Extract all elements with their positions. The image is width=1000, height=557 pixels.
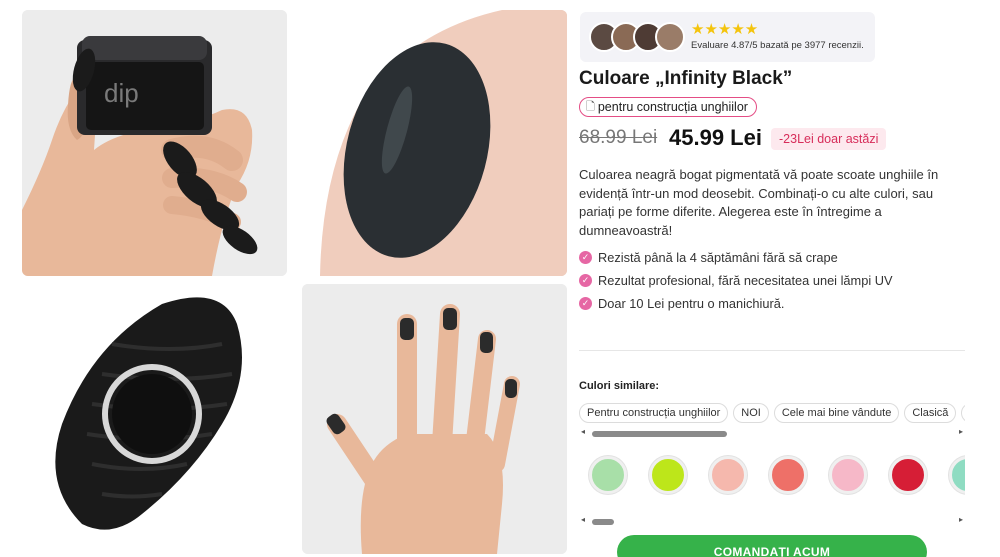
- nail-closeup-illustration: [302, 10, 567, 276]
- reviewer-avatars: [589, 22, 685, 52]
- filter-chip[interactable]: Clasică: [904, 403, 957, 423]
- product-image-jar[interactable]: dip: [22, 10, 287, 276]
- filter-chip[interactable]: D: [961, 403, 965, 423]
- reviews-box: ★★★★★ Evaluare 4.87/5 bazată pe 3977 rec…: [580, 12, 875, 62]
- color-swatch[interactable]: [829, 456, 867, 494]
- product-image-swatch[interactable]: [22, 284, 287, 554]
- color-swatch[interactable]: [949, 456, 965, 494]
- divider: [579, 350, 965, 351]
- rating-stars: ★★★★★: [691, 21, 759, 38]
- check-icon: ✓: [579, 251, 592, 264]
- benefit-item: ✓ Rezultat profesional, fără necesitatea…: [579, 269, 893, 292]
- filter-chip[interactable]: Pentru construcția unghiilor: [579, 403, 729, 423]
- check-icon: ✓: [579, 297, 592, 310]
- scroll-left-icon[interactable]: ◂: [581, 427, 585, 436]
- order-now-button[interactable]: COMANDAȚI ACUM: [617, 535, 927, 557]
- benefit-text: Rezultat profesional, fără necesitatea u…: [598, 273, 893, 288]
- product-description: Culoarea neagră bogat pigmentată vă poat…: [579, 167, 939, 238]
- check-icon: ✓: [579, 274, 592, 287]
- chips-scrollbar[interactable]: ◂ ▸: [579, 427, 965, 438]
- filter-chip[interactable]: NOI: [733, 403, 769, 423]
- category-tag-label: pentru construcția unghiilor: [597, 100, 748, 114]
- swatches-scrollbar[interactable]: ◂ ▸: [579, 515, 965, 526]
- new-price: 45.99 Lei: [669, 125, 762, 150]
- hand-illustration: [302, 284, 567, 554]
- benefit-item: ✓ Doar 10 Lei pentru o manichiură.: [579, 292, 893, 315]
- swatches-scroll-thumb[interactable]: [592, 519, 614, 525]
- filter-chip[interactable]: Cele mai bine vândute: [773, 403, 900, 423]
- chips-scroll-thumb[interactable]: [592, 431, 727, 437]
- jar-label: dip: [104, 78, 139, 108]
- color-swatch[interactable]: [889, 456, 927, 494]
- color-swatches: [579, 452, 965, 498]
- document-icon: 🗋: [586, 100, 595, 113]
- color-swatch[interactable]: [709, 456, 747, 494]
- scroll-left-icon[interactable]: ◂: [581, 515, 585, 524]
- category-tag: 🗋 pentru construcția unghiilor: [579, 97, 757, 117]
- color-swatch[interactable]: [589, 456, 627, 494]
- benefits-list: ✓ Rezistă până la 4 săptămâni fără să cr…: [579, 246, 893, 315]
- benefit-item: ✓ Rezistă până la 4 săptămâni fără să cr…: [579, 246, 893, 269]
- rating-text: Evaluare 4.87/5 bazată pe 3977 recenzii.: [691, 40, 864, 51]
- discount-badge: -23Lei doar astăzi: [771, 128, 887, 150]
- scroll-right-icon[interactable]: ▸: [959, 427, 963, 436]
- avatar: [655, 22, 685, 52]
- product-title: Culoare „Infinity Black”: [579, 68, 793, 89]
- color-swatch[interactable]: [769, 456, 807, 494]
- filter-chips: Pentru construcția unghiilor NOI Cele mai …: [579, 403, 965, 425]
- benefit-text: Rezistă până la 4 săptămâni fără să crap…: [598, 250, 838, 265]
- scroll-right-icon[interactable]: ▸: [959, 515, 963, 524]
- similar-colors-label: Culori similare:: [579, 380, 660, 392]
- jar-hand-illustration: dip: [22, 10, 287, 276]
- product-image-nail-closeup[interactable]: [302, 10, 567, 276]
- color-swatch[interactable]: [649, 456, 687, 494]
- old-price: 68.99 Lei: [579, 127, 658, 148]
- powder-swatch-illustration: [22, 284, 287, 554]
- product-image-hand[interactable]: [302, 284, 567, 554]
- benefit-text: Doar 10 Lei pentru o manichiură.: [598, 296, 785, 311]
